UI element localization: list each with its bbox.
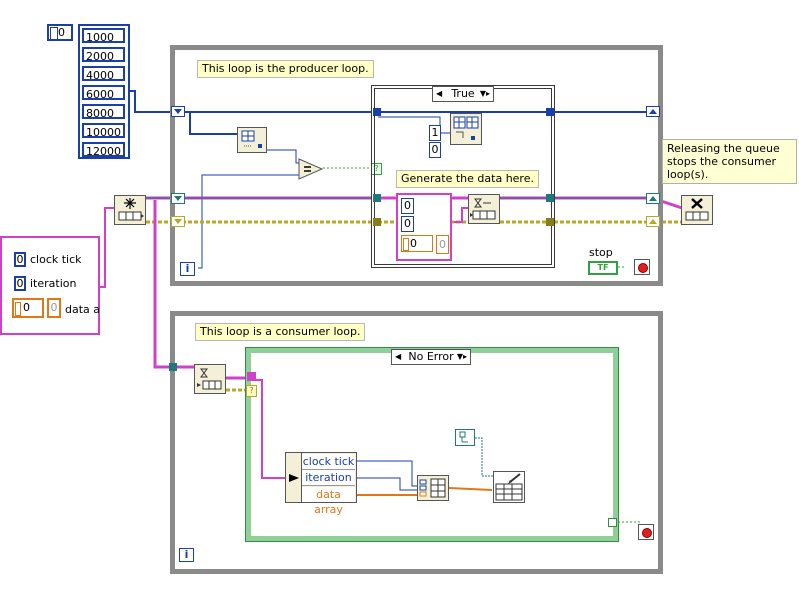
cluster-array-element[interactable]: 0 (436, 235, 449, 254)
stop-label: stop (589, 246, 613, 259)
case-tunnel-in (373, 108, 381, 116)
decrement-arrow-icon[interactable]: ◀ (395, 350, 401, 364)
arrow-right-icon (289, 474, 299, 482)
cluster-type-constant[interactable]: 0 clock tick 0 iteration 0 0 data a (0, 236, 100, 335)
stop-bool-text: TF (597, 263, 609, 272)
timeout-value[interactable]: 4000 (82, 66, 125, 82)
cluster-type-wire (100, 207, 114, 288)
array-index-value: 0 (58, 26, 65, 39)
generate-data-label: Generate the data here. (396, 170, 539, 188)
case-error-tunnel-out (546, 218, 554, 226)
case-selector-label[interactable]: ◀ True ▼▸ (432, 86, 494, 102)
table-reference-terminal[interactable] (455, 429, 475, 446)
replace-array-node[interactable] (450, 113, 482, 145)
array-replace-icon (453, 116, 479, 140)
case-value: True (451, 87, 475, 100)
cluster-clock-tick-value[interactable]: 0 (401, 198, 414, 214)
data-array-index: 0 (23, 301, 30, 314)
timeout-value[interactable]: 8000 (82, 104, 125, 120)
dequeue-icon (197, 368, 222, 390)
error-case-tunnel (247, 372, 256, 381)
timeout-array-constant[interactable]: 1000 2000 4000 6000 8000 10000 12000 (78, 24, 130, 159)
case-queue-tunnel-out (546, 194, 554, 202)
consumer-queue-tunnel (169, 363, 177, 371)
producer-loop-label: This loop is the producer loop. (197, 60, 374, 78)
dropdown-arrow-icon[interactable]: ▼▸ (457, 350, 467, 364)
timeout-value[interactable]: 12000 (82, 142, 125, 158)
array-grid-icon (241, 130, 262, 148)
queue-shift-register-left[interactable] (171, 193, 185, 204)
release-queue-node[interactable] (681, 195, 713, 225)
error-shift-register-left[interactable] (171, 216, 185, 227)
dequeue-element-node[interactable] (194, 364, 226, 394)
write-table-node[interactable] (493, 471, 525, 503)
data-cluster-constant[interactable]: 0 0 0 0 (396, 193, 452, 261)
case-error-tunnel-in (373, 218, 381, 226)
iteration-terminal: i (180, 262, 195, 276)
unbundle-data-array[interactable]: data array (302, 487, 355, 516)
error-case-selector-terminal[interactable]: ? (246, 385, 257, 397)
timeout-value[interactable]: 10000 (82, 123, 125, 139)
error-case-value: No Error (408, 350, 454, 363)
consumer-loop-label: This loop is a consumer loop. (195, 323, 366, 341)
error-case-structure[interactable] (245, 347, 619, 542)
timeout-value[interactable]: 2000 (82, 47, 125, 63)
data-array-element[interactable]: 0 (47, 298, 61, 318)
stop-button-terminal[interactable]: TF (588, 261, 618, 275)
constant-zero[interactable]: 0 (429, 142, 441, 158)
consumer-iteration-terminal: i (179, 548, 194, 562)
table-write-icon (495, 473, 523, 501)
iteration-label: iteration (30, 277, 77, 290)
clock-tick-value[interactable]: 0 (14, 252, 26, 267)
decrement-arrow-icon[interactable]: ◀ (436, 87, 442, 101)
constant-one[interactable]: 1 (429, 125, 441, 141)
release-queue-icon (685, 198, 709, 221)
shift-register-left[interactable] (171, 106, 185, 117)
iteration-value[interactable]: 0 (14, 276, 26, 291)
error-out-tunnel (608, 518, 617, 527)
cluster-array-constant[interactable]: 0 (401, 235, 433, 252)
timeout-value[interactable]: 1000 (82, 28, 125, 44)
timeout-value[interactable]: 6000 (82, 85, 125, 101)
release-queue-comment: Releasing the queue stops the consumer l… (662, 139, 797, 184)
error-shift-register-right[interactable] (646, 216, 660, 227)
unbundle-by-name-node[interactable]: clock tick iteration data array (285, 452, 357, 516)
array-size-node[interactable] (237, 127, 267, 153)
data-array-label: data a (65, 303, 101, 316)
producer-stop-condition-icon[interactable] (634, 259, 650, 275)
obtain-queue-icon (118, 198, 144, 221)
case-queue-tunnel-in (373, 194, 381, 202)
shift-register-right[interactable] (646, 106, 660, 117)
data-array-control[interactable]: 0 (12, 298, 44, 318)
consumer-stop-condition-icon[interactable] (638, 524, 654, 540)
reference-icon (459, 431, 468, 443)
equal-icon[interactable] (298, 158, 324, 180)
enqueue-icon (470, 198, 496, 220)
unbundle-clock-tick[interactable]: clock tick (302, 454, 355, 470)
case-tunnel-out (546, 108, 554, 116)
clock-tick-label: clock tick (30, 253, 82, 266)
queue-shift-register-right[interactable] (646, 193, 660, 204)
dropdown-arrow-icon[interactable]: ▼▸ (480, 87, 490, 101)
build-array-node[interactable] (417, 475, 449, 501)
cluster-iteration-value[interactable]: 0 (401, 216, 414, 232)
enqueue-element-node[interactable] (468, 194, 500, 224)
array-index-display[interactable]: 0 (47, 24, 73, 41)
cluster-array-index: 0 (410, 237, 417, 250)
build-array-icon (419, 478, 446, 498)
error-case-selector-label[interactable]: ◀ No Error ▼▸ (391, 349, 471, 365)
unbundle-iteration[interactable]: iteration (302, 470, 355, 486)
obtain-queue-node[interactable] (114, 195, 146, 225)
